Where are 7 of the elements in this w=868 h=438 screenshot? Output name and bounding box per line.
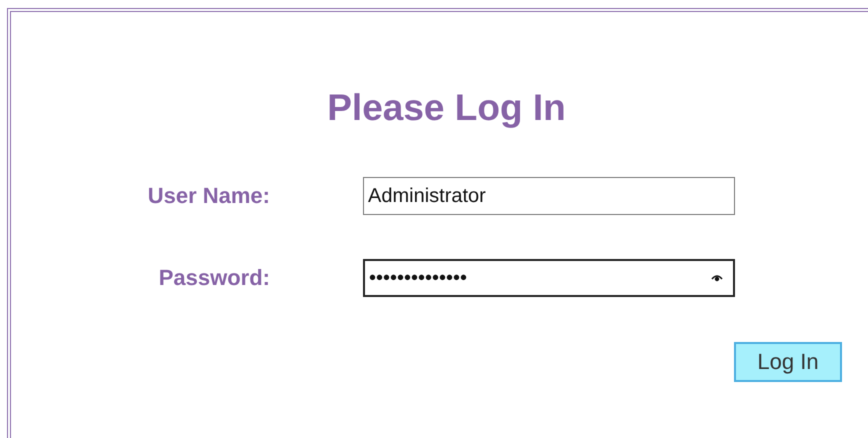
eye-icon[interactable] [711,274,723,282]
input-field[interactable]: •••••••••••••• [363,259,735,297]
field-label: User Name: [146,183,270,209]
field-label: Password: [158,265,270,291]
login-button[interactable]: Log In [734,342,842,382]
input-field[interactable]: Administrator [363,177,735,215]
login-title: Please Log In [326,88,567,128]
